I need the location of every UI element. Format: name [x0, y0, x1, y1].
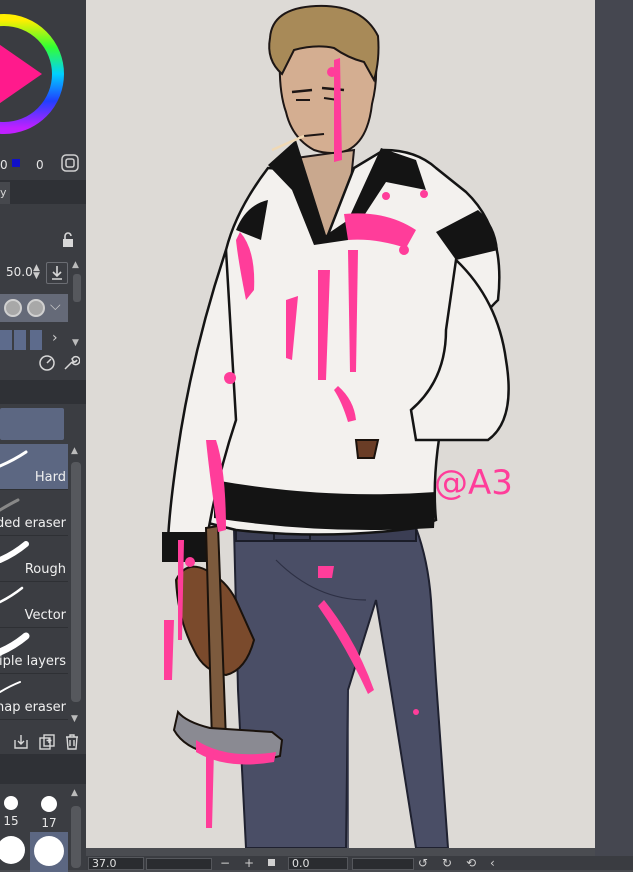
scroll-thumb[interactable]: [71, 462, 81, 702]
delete-brush-icon[interactable]: [63, 733, 81, 754]
download-preset-button[interactable]: [46, 262, 68, 284]
lock-icon[interactable]: [61, 232, 75, 248]
panel-divider: [0, 754, 86, 784]
brush-size-tip[interactable]: 17: [30, 788, 68, 830]
brush-label: ded eraser: [0, 516, 66, 531]
brush-size-value[interactable]: 50.0: [6, 265, 33, 279]
chevron-right-icon[interactable]: ›: [52, 330, 58, 346]
tab-tool-property[interactable]: y: [0, 182, 10, 204]
brush-actions-bar: [0, 730, 86, 754]
flip-left-icon[interactable]: ‹: [490, 856, 495, 870]
color-wheel[interactable]: [0, 0, 86, 152]
rotation-field[interactable]: 0.0: [288, 857, 348, 870]
zoom-out-button[interactable]: −: [220, 856, 230, 870]
tab-label: y: [0, 186, 7, 199]
rotation-slider[interactable]: [352, 858, 414, 870]
canvas-paper[interactable]: @A3: [86, 0, 595, 849]
zoom-in-button[interactable]: +: [244, 856, 254, 870]
scroll-thumb[interactable]: [71, 806, 81, 868]
duplicate-brush-icon[interactable]: [38, 733, 56, 754]
import-brush-icon[interactable]: [12, 733, 30, 754]
color-wheel-panel: 0 0: [0, 0, 86, 180]
artist-signature: @A3: [434, 463, 513, 503]
texture-swatch[interactable]: [0, 330, 12, 350]
brush-stroke-preview-icon: [0, 450, 28, 468]
palette-scrollbar[interactable]: ▲: [68, 784, 84, 870]
brush-item[interactable]: tiple layers: [0, 628, 68, 674]
stop-icon[interactable]: [268, 859, 275, 866]
brush-group-header[interactable]: [0, 408, 64, 440]
texture-swatch[interactable]: [30, 330, 42, 350]
color-value-a: 0: [0, 158, 8, 172]
spin-arrows-icon[interactable]: ▲ ▼: [33, 264, 42, 281]
panel-divider: [0, 380, 86, 404]
texture-swatches: ›: [0, 330, 58, 350]
tool-property-panel: 50.0 ▲ ▼ ⌵ › ▲ ▼: [0, 204, 86, 380]
brush-size-tip[interactable]: 15: [0, 788, 30, 828]
color-values: 0 0: [0, 152, 86, 174]
brush-item[interactable]: Hard: [0, 444, 68, 490]
brush-list-scrollbar[interactable]: ▲ ▼: [68, 444, 84, 728]
brush-item[interactable]: Rough: [0, 536, 68, 582]
brush-label: Hard: [34, 470, 66, 485]
brush-size-palette: 15 17 ▲: [0, 784, 86, 872]
mode-toggle-icon[interactable]: [60, 153, 80, 176]
scroll-up-icon[interactable]: ▲: [71, 788, 78, 798]
brush-shape-row: ⌵: [0, 294, 68, 322]
hue-triangle[interactable]: [0, 38, 42, 110]
reset-rotation-icon[interactable]: ⟲: [466, 856, 476, 870]
brush-shape-option[interactable]: [27, 299, 45, 317]
rotate-left-icon[interactable]: ↺: [418, 856, 428, 870]
brush-size-tip-label: 17: [41, 816, 57, 830]
brush-label: tiple layers: [0, 654, 66, 669]
brush-shape-option[interactable]: [4, 299, 22, 317]
chevron-down-icon[interactable]: ⌵: [50, 298, 61, 314]
canvas-gutter: [595, 0, 633, 856]
zoom-slider[interactable]: [146, 858, 212, 870]
brush-size-tip-label: 15: [3, 814, 19, 828]
brush-item[interactable]: Vector: [0, 582, 68, 628]
scroll-down-icon[interactable]: ▼: [71, 714, 78, 724]
scroll-down-icon[interactable]: ▼: [72, 338, 79, 348]
zoom-field[interactable]: 37.0: [88, 857, 144, 870]
brush-label: Rough: [24, 562, 66, 577]
scroll-thumb[interactable]: [73, 274, 81, 302]
color-value-b: 0: [36, 158, 44, 172]
texture-swatch[interactable]: [14, 330, 26, 350]
scroll-up-icon[interactable]: ▲: [72, 260, 79, 270]
panel-tab-strip: y: [0, 180, 86, 205]
brush-size-tip[interactable]: [0, 832, 30, 872]
illustration: @A3: [162, 4, 513, 849]
reset-dial-icon[interactable]: [38, 354, 56, 375]
left-dock: 0 0 y 50.0 ▲ ▼ ⌵ › ▲ ▼ Hard ded eraser R…: [0, 0, 86, 872]
scroll-up-icon[interactable]: ▲: [71, 446, 78, 456]
brush-item[interactable]: ded eraser: [0, 490, 68, 536]
brush-label: Vector: [24, 608, 66, 623]
status-bar: 37.0 − + 0.0 ↺ ↻ ⟲ ‹: [86, 856, 633, 870]
rotate-right-icon[interactable]: ↻: [442, 856, 452, 870]
brush-label: nap eraser: [0, 700, 66, 715]
blue-swatch-icon[interactable]: [12, 159, 20, 167]
brush-list-panel: Hard ded eraser Rough Vector tiple layer…: [0, 404, 86, 730]
brush-size-tip-selected[interactable]: [30, 832, 68, 872]
brush-item[interactable]: nap eraser: [0, 674, 68, 720]
